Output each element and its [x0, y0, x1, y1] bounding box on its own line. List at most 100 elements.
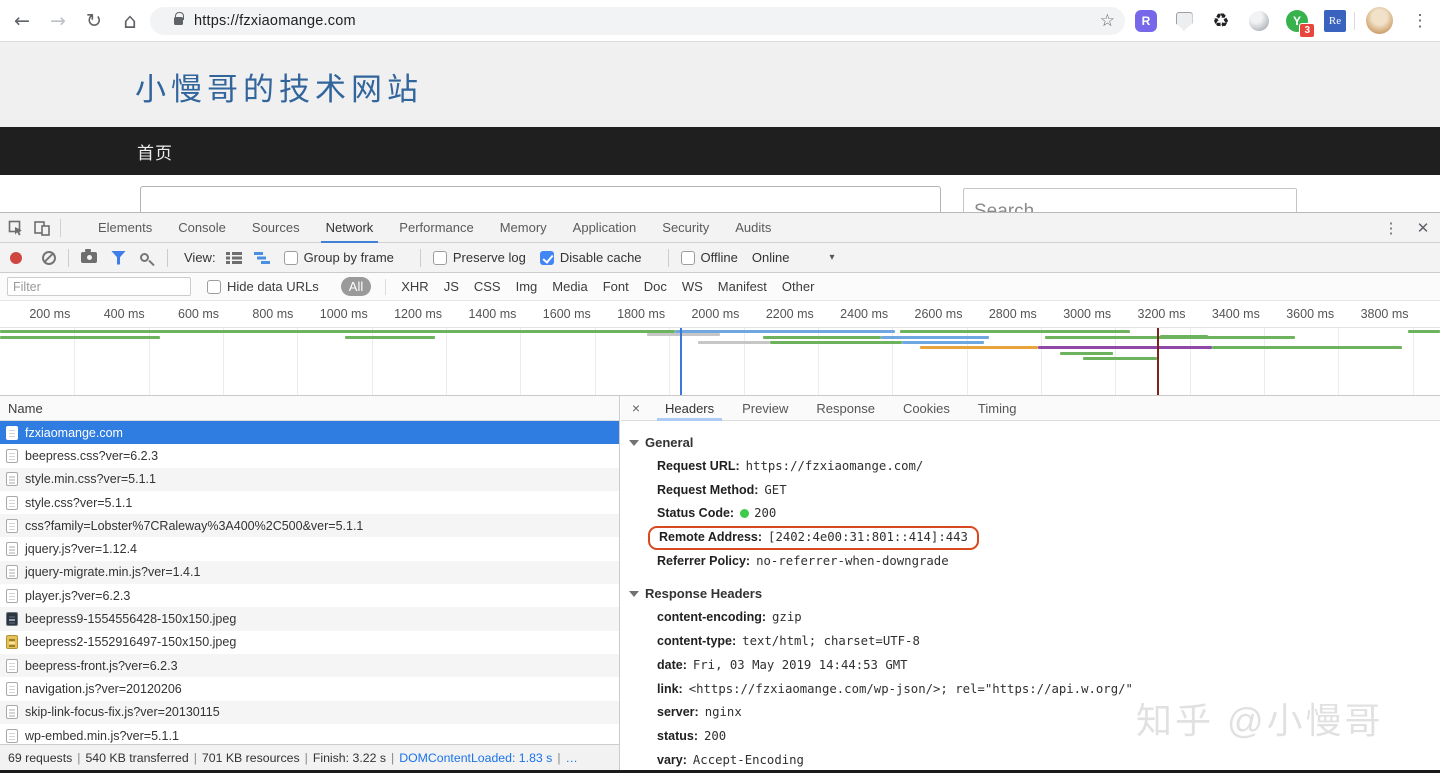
filter-icon[interactable]	[111, 251, 126, 265]
capture-screenshots-icon[interactable]	[81, 252, 97, 263]
request-row[interactable]: player.js?ver=6.2.3	[0, 584, 619, 607]
network-filterbar: Hide data URLs All XHR JS CSS Img Media Font Do…	[0, 273, 1440, 301]
device-toolbar-icon[interactable]	[34, 220, 50, 236]
gridline	[595, 328, 596, 396]
back-icon[interactable]: ←	[8, 0, 36, 42]
site-header: 小慢哥的技术网站	[0, 42, 1440, 127]
view-list-icon[interactable]	[226, 252, 242, 264]
timeline-tick: 2800 ms	[966, 301, 1040, 327]
filter-type-all[interactable]: All	[341, 277, 371, 296]
network-status-bar: 69 requests|540 KB transferred|701 KB re…	[0, 744, 620, 771]
filter-type-css[interactable]: CSS	[474, 279, 501, 294]
request-row[interactable]: jquery-migrate.min.js?ver=1.4.1	[0, 561, 619, 584]
devtools-close-icon[interactable]: ✕	[1406, 219, 1440, 237]
response-headers-section-title[interactable]: Response Headers	[629, 582, 1440, 606]
document-icon	[6, 682, 18, 696]
details-tab-preview[interactable]: Preview	[728, 396, 802, 421]
waterfall-overview[interactable]	[0, 328, 1440, 396]
hide-data-urls-label[interactable]: Hide data URLs	[227, 279, 319, 294]
group-by-frame-label[interactable]: Group by frame	[304, 250, 394, 265]
filter-type-xhr[interactable]: XHR	[401, 279, 428, 294]
header-name: Request URL:	[657, 459, 740, 473]
request-row[interactable]: beepress.css?ver=6.2.3	[0, 444, 619, 467]
search-icon[interactable]	[140, 253, 149, 262]
request-row[interactable]: navigation.js?ver=20120206	[0, 677, 619, 700]
request-row[interactable]: fzxiaomange.com	[0, 421, 619, 444]
filter-type-media[interactable]: Media	[552, 279, 587, 294]
tab-application[interactable]: Application	[560, 213, 650, 243]
nav-home-link[interactable]: 首页	[137, 127, 173, 175]
tab-audits[interactable]: Audits	[722, 213, 784, 243]
clear-icon[interactable]	[42, 251, 56, 265]
filter-type-manifest[interactable]: Manifest	[718, 279, 767, 294]
details-tab-response[interactable]: Response	[802, 396, 889, 421]
request-row[interactable]: style.min.css?ver=5.1.1	[0, 468, 619, 491]
group-by-frame-checkbox[interactable]	[284, 251, 298, 265]
preserve-log-label[interactable]: Preserve log	[453, 250, 526, 265]
tab-memory[interactable]: Memory	[487, 213, 560, 243]
details-tab-headers[interactable]: Headers	[651, 396, 728, 421]
extension-y-icon[interactable]: Y 3	[1284, 8, 1310, 34]
extension-shield-icon[interactable]	[1171, 8, 1197, 34]
bookmark-star-icon[interactable]: ☆	[1100, 7, 1115, 35]
extension-globe-icon[interactable]	[1246, 8, 1272, 34]
header-line: Remote Address:[2402:4e00:31:801::414]:4…	[629, 526, 1440, 550]
request-row[interactable]: wp-embed.min.js?ver=5.1.1	[0, 724, 619, 744]
offline-label[interactable]: Offline	[701, 250, 738, 265]
tab-console[interactable]: Console	[165, 213, 239, 243]
preserve-log-checkbox[interactable]	[433, 251, 447, 265]
filter-type-other[interactable]: Other	[782, 279, 815, 294]
throttling-select[interactable]: Online	[752, 250, 790, 265]
extension-r-icon[interactable]: R	[1133, 8, 1159, 34]
tab-performance[interactable]: Performance	[386, 213, 486, 243]
filter-type-img[interactable]: Img	[516, 279, 538, 294]
offline-checkbox[interactable]	[681, 251, 695, 265]
filter-input[interactable]	[7, 277, 191, 296]
header-line: Request URL:https://fzxiaomange.com/	[629, 455, 1440, 479]
request-row[interactable]: beepress9-1554556428-150x150.jpeg	[0, 607, 619, 630]
general-section-title[interactable]: General	[629, 431, 1440, 455]
name-column-header[interactable]: Name	[0, 396, 619, 421]
tab-security[interactable]: Security	[649, 213, 722, 243]
request-name: beepress-front.js?ver=6.2.3	[25, 659, 178, 673]
devtools-menu-icon[interactable]: ⋮	[1376, 219, 1406, 237]
remote-address-highlight: Remote Address:[2402:4e00:31:801::414]:4…	[648, 526, 979, 550]
details-close-icon[interactable]: ×	[621, 400, 651, 416]
status-ok-dot-icon	[740, 509, 749, 518]
chevron-down-icon[interactable]: ▾	[829, 252, 834, 263]
extension-re-icon[interactable]: Re	[1322, 8, 1348, 34]
request-row[interactable]: jquery.js?ver=1.12.4	[0, 537, 619, 560]
request-row[interactable]: skip-link-focus-fix.js?ver=20130115	[0, 701, 619, 724]
details-tab-cookies[interactable]: Cookies	[889, 396, 964, 421]
request-row[interactable]: beepress2-1552916497-150x150.jpeg	[0, 631, 619, 654]
url-text[interactable]: https://fzxiaomange.com	[194, 13, 356, 29]
hide-data-urls-checkbox[interactable]	[207, 280, 221, 294]
profile-avatar[interactable]	[1366, 7, 1393, 34]
filter-type-ws[interactable]: WS	[682, 279, 703, 294]
forward-icon[interactable]: →	[44, 0, 72, 42]
request-row[interactable]: css?family=Lobster%7CRaleway%3A400%2C500…	[0, 514, 619, 537]
tab-elements[interactable]: Elements	[85, 213, 165, 243]
details-tab-timing[interactable]: Timing	[964, 396, 1031, 421]
disable-cache-checkbox[interactable]	[540, 251, 554, 265]
timeline-tick: 3400 ms	[1190, 301, 1264, 327]
disable-cache-label[interactable]: Disable cache	[560, 250, 642, 265]
request-row[interactable]: style.css?ver=5.1.1	[0, 491, 619, 514]
address-bar[interactable]: https://fzxiaomange.com ☆	[150, 7, 1125, 35]
reload-icon[interactable]: ↻	[80, 0, 108, 42]
inspect-element-icon[interactable]	[8, 220, 24, 236]
view-waterfall-icon[interactable]	[254, 252, 272, 264]
home-icon[interactable]: ⌂	[116, 0, 144, 42]
document-icon	[6, 426, 18, 440]
tab-sources[interactable]: Sources	[239, 213, 313, 243]
site-title[interactable]: 小慢哥的技术网站	[135, 64, 423, 109]
filter-type-js[interactable]: JS	[444, 279, 459, 294]
browser-menu-icon[interactable]: ⋮	[1406, 0, 1434, 42]
record-button[interactable]	[10, 252, 22, 264]
filter-type-doc[interactable]: Doc	[644, 279, 667, 294]
filter-type-font[interactable]: Font	[603, 279, 629, 294]
tab-network[interactable]: Network	[313, 213, 387, 243]
request-row[interactable]: beepress-front.js?ver=6.2.3	[0, 654, 619, 677]
extension-recycle-icon[interactable]: ♻	[1208, 8, 1234, 34]
disclosure-triangle-icon	[629, 440, 639, 446]
